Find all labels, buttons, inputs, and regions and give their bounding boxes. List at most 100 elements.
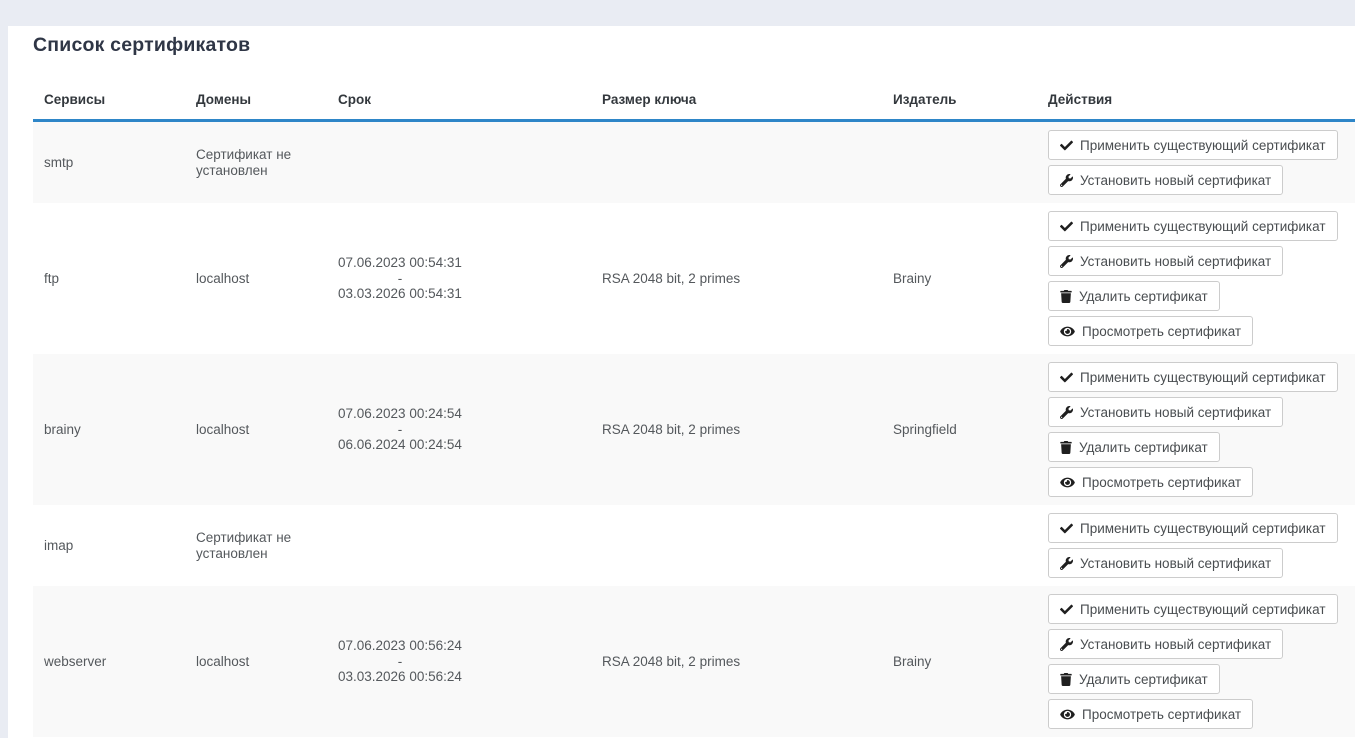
- date-separator: -: [338, 654, 462, 670]
- valid-to-date: 06.06.2024 00:24:54: [338, 437, 462, 453]
- valid-to-date: 03.03.2026 00:54:31: [338, 286, 462, 302]
- cell-actions: Применить существующий сертификат Установ…: [1037, 505, 1355, 586]
- valid-from-date: 07.06.2023 00:56:24: [338, 638, 462, 654]
- cell-validity: 07.06.2023 00:54:31 - 03.03.2026 00:54:3…: [327, 203, 591, 354]
- delete-certificate-button[interactable]: Удалить сертификат: [1048, 664, 1220, 694]
- column-header-actions: Действия: [1037, 84, 1355, 121]
- validity-dates: 07.06.2023 00:24:54 - 06.06.2024 00:24:5…: [338, 406, 462, 453]
- actions-stack: Применить существующий сертификат Установ…: [1048, 594, 1344, 729]
- cell-key-size: RSA 2048 bit, 2 primes: [591, 354, 882, 505]
- table-row: ftp localhost 07.06.2023 00:54:31 - 03.0…: [33, 203, 1355, 354]
- delete-certificate-button[interactable]: Удалить сертификат: [1048, 432, 1220, 462]
- valid-from-date: 07.06.2023 00:24:54: [338, 406, 462, 422]
- wrench-icon: [1060, 406, 1073, 419]
- apply-certificate-button[interactable]: Применить существующий сертификат: [1048, 513, 1338, 543]
- button-label: Применить существующий сертификат: [1080, 370, 1326, 385]
- certificates-panel: Список сертификатов Сервисы Домены Срок …: [8, 26, 1355, 738]
- button-label: Удалить сертификат: [1079, 672, 1208, 687]
- actions-stack: Применить существующий сертификат Установ…: [1048, 211, 1344, 346]
- cell-key-size: RSA 2048 bit, 2 primes: [591, 203, 882, 354]
- cell-domain: localhost: [185, 586, 327, 737]
- actions-stack: Применить существующий сертификат Установ…: [1048, 130, 1344, 195]
- install-certificate-button[interactable]: Установить новый сертификат: [1048, 165, 1283, 195]
- cell-validity: [327, 121, 591, 204]
- button-label: Удалить сертификат: [1079, 289, 1208, 304]
- delete-certificate-button[interactable]: Удалить сертификат: [1048, 281, 1220, 311]
- cell-service: imap: [33, 505, 185, 586]
- cell-key-size: [591, 121, 882, 204]
- apply-certificate-button[interactable]: Применить существующий сертификат: [1048, 594, 1338, 624]
- check-icon: [1060, 220, 1073, 233]
- check-icon: [1060, 522, 1073, 535]
- view-certificate-button[interactable]: Просмотреть сертификат: [1048, 316, 1253, 346]
- certificates-table: Сервисы Домены Срок Размер ключа Издател…: [33, 84, 1355, 737]
- install-certificate-button[interactable]: Установить новый сертификат: [1048, 246, 1283, 276]
- cell-service: smtp: [33, 121, 185, 204]
- button-label: Применить существующий сертификат: [1080, 219, 1326, 234]
- cell-issuer: Brainy: [882, 586, 1037, 737]
- valid-to-date: 03.03.2026 00:56:24: [338, 669, 462, 685]
- view-certificate-button[interactable]: Просмотреть сертификат: [1048, 467, 1253, 497]
- cell-domain: localhost: [185, 203, 327, 354]
- validity-dates: 07.06.2023 00:56:24 - 03.03.2026 00:56:2…: [338, 638, 462, 685]
- apply-certificate-button[interactable]: Применить существующий сертификат: [1048, 130, 1338, 160]
- apply-certificate-button[interactable]: Применить существующий сертификат: [1048, 362, 1338, 392]
- wrench-icon: [1060, 174, 1073, 187]
- button-label: Применить существующий сертификат: [1080, 138, 1326, 153]
- cell-key-size: RSA 2048 bit, 2 primes: [591, 586, 882, 737]
- check-icon: [1060, 139, 1073, 152]
- valid-from-date: 07.06.2023 00:54:31: [338, 255, 462, 271]
- install-certificate-button[interactable]: Установить новый сертификат: [1048, 548, 1283, 578]
- page-title: Список сертификатов: [33, 34, 1355, 57]
- actions-stack: Применить существующий сертификат Установ…: [1048, 362, 1344, 497]
- apply-certificate-button[interactable]: Применить существующий сертификат: [1048, 211, 1338, 241]
- button-label: Установить новый сертификат: [1080, 637, 1271, 652]
- cell-issuer: Springfield: [882, 354, 1037, 505]
- cell-key-size: [591, 505, 882, 586]
- button-label: Просмотреть сертификат: [1082, 475, 1241, 490]
- table-header-row: Сервисы Домены Срок Размер ключа Издател…: [33, 84, 1355, 121]
- column-header-domains: Домены: [185, 84, 327, 121]
- trash-icon: [1060, 290, 1072, 303]
- date-separator: -: [338, 271, 462, 287]
- table-row: imap Сертификат не установлен Применить …: [33, 505, 1355, 586]
- wrench-icon: [1060, 557, 1073, 570]
- button-label: Применить существующий сертификат: [1080, 521, 1326, 536]
- check-icon: [1060, 603, 1073, 616]
- cell-actions: Применить существующий сертификат Установ…: [1037, 354, 1355, 505]
- table-row: smtp Сертификат не установлен Применить …: [33, 121, 1355, 204]
- trash-icon: [1060, 441, 1072, 454]
- cell-actions: Применить существующий сертификат Установ…: [1037, 586, 1355, 737]
- eye-icon: [1060, 476, 1075, 489]
- cell-domain: localhost: [185, 354, 327, 505]
- column-header-term: Срок: [327, 84, 591, 121]
- cell-actions: Применить существующий сертификат Установ…: [1037, 121, 1355, 204]
- install-certificate-button[interactable]: Установить новый сертификат: [1048, 629, 1283, 659]
- cell-service: brainy: [33, 354, 185, 505]
- table-row: brainy localhost 07.06.2023 00:24:54 - 0…: [33, 354, 1355, 505]
- cell-issuer: [882, 505, 1037, 586]
- wrench-icon: [1060, 638, 1073, 651]
- button-label: Установить новый сертификат: [1080, 173, 1271, 188]
- column-header-issuer: Издатель: [882, 84, 1037, 121]
- button-label: Установить новый сертификат: [1080, 556, 1271, 571]
- button-label: Применить существующий сертификат: [1080, 602, 1326, 617]
- column-header-key-size: Размер ключа: [591, 84, 882, 121]
- eye-icon: [1060, 708, 1075, 721]
- install-certificate-button[interactable]: Установить новый сертификат: [1048, 397, 1283, 427]
- table-row: webserver localhost 07.06.2023 00:56:24 …: [33, 586, 1355, 737]
- view-certificate-button[interactable]: Просмотреть сертификат: [1048, 699, 1253, 729]
- eye-icon: [1060, 325, 1075, 338]
- cell-validity: [327, 505, 591, 586]
- check-icon: [1060, 371, 1073, 384]
- cell-domain: Сертификат не установлен: [185, 505, 327, 586]
- cell-actions: Применить существующий сертификат Установ…: [1037, 203, 1355, 354]
- cell-service: ftp: [33, 203, 185, 354]
- cell-service: webserver: [33, 586, 185, 737]
- button-label: Просмотреть сертификат: [1082, 707, 1241, 722]
- button-label: Установить новый сертификат: [1080, 254, 1271, 269]
- actions-stack: Применить существующий сертификат Установ…: [1048, 513, 1344, 578]
- validity-dates: 07.06.2023 00:54:31 - 03.03.2026 00:54:3…: [338, 255, 462, 302]
- button-label: Установить новый сертификат: [1080, 405, 1271, 420]
- trash-icon: [1060, 673, 1072, 686]
